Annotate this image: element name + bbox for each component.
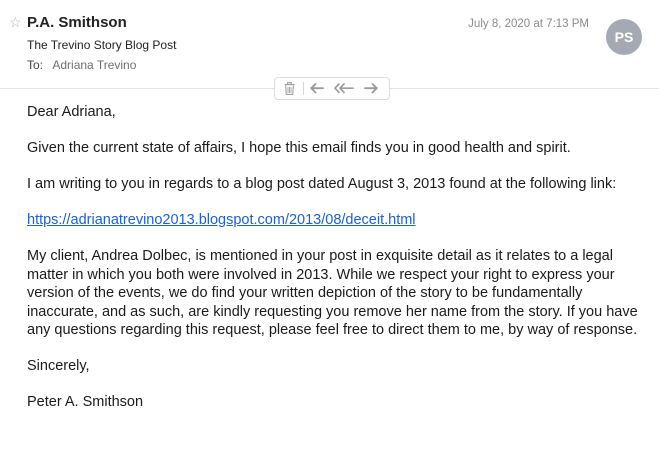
reply-button[interactable]: [304, 78, 330, 99]
closing: Sincerely,: [27, 358, 90, 374]
sender-name[interactable]: P.A. Smithson: [27, 14, 127, 32]
delete-button[interactable]: [275, 78, 303, 99]
avatar[interactable]: PS: [606, 19, 642, 55]
trash-icon: [284, 82, 294, 95]
message-header: ☆ P.A. Smithson The Trevino Story Blog P…: [0, 0, 659, 78]
recipient-name[interactable]: Adriana Trevino: [52, 58, 136, 72]
reply-icon: [310, 83, 324, 94]
blog-post-link[interactable]: https://adrianatrevino2013.blogspot.com/…: [27, 212, 416, 228]
link-paragraph: https://adrianatrevino2013.blogspot.com/…: [27, 211, 642, 230]
body-paragraph: I am writing to you in regards to a blog…: [27, 176, 617, 192]
forward-icon: [364, 83, 378, 94]
greeting: Dear Adriana,: [27, 104, 116, 120]
body-paragraph: Given the current state of affairs, I ho…: [27, 140, 571, 156]
recipient-row: To: Adriana Trevino: [27, 57, 136, 73]
reply-all-button[interactable]: [330, 78, 358, 99]
message-subject: The Trevino Story Blog Post: [27, 38, 177, 52]
reply-all-icon: [334, 83, 354, 94]
to-label: To:: [27, 58, 44, 72]
star-icon[interactable]: ☆: [9, 14, 22, 30]
signature: Peter A. Smithson: [27, 394, 144, 410]
message-toolbar: [274, 77, 390, 100]
message-date: July 8, 2020 at 7:13 PM: [468, 18, 589, 30]
body-paragraph: My client, Andrea Dolbec, is mentioned i…: [27, 248, 638, 338]
message-body: Dear Adriana, Given the current state of…: [27, 103, 642, 429]
forward-button[interactable]: [358, 78, 384, 99]
